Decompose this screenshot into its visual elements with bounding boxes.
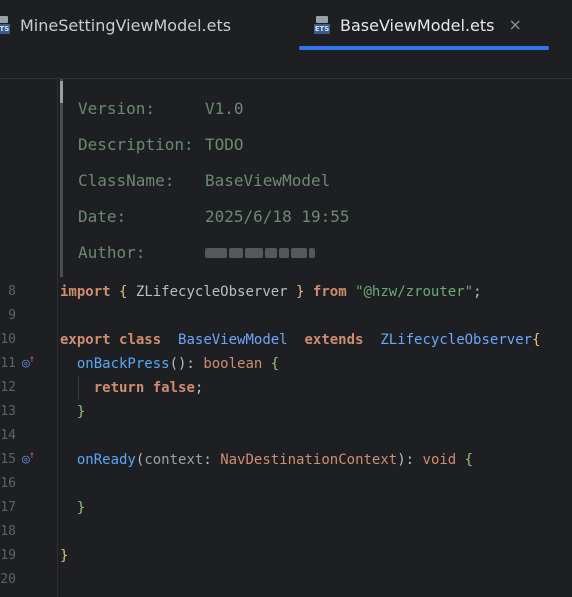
doc-comment-marker: [60, 81, 63, 103]
code-line-13: }: [76, 404, 86, 420]
line-number: 17: [0, 500, 16, 515]
doc-classname-row: ClassName: BaseViewModel: [78, 171, 331, 190]
doc-version-row: Version: V1.0: [78, 99, 244, 118]
gutter-divider: [57, 79, 58, 597]
line-number: 12: [0, 380, 16, 395]
line-number: 15: [0, 452, 16, 467]
line-number: 18: [0, 524, 16, 539]
doc-date-row: Date: 2025/6/18 19:55: [78, 207, 350, 226]
line-number: 9: [8, 308, 16, 323]
line-number: 20: [0, 572, 16, 587]
doc-comment-bar: [60, 79, 63, 277]
doc-author-row: Author:: [78, 235, 317, 271]
code-line-11: onBackPress(): boolean {: [76, 356, 280, 372]
code-line-10: export class BaseViewModel extends ZLife…: [60, 332, 541, 348]
tab-label: MineSettingViewModel.ets: [20, 15, 232, 35]
line-number: 11: [0, 356, 16, 371]
code-line-19: }: [60, 548, 69, 564]
code-line-15: onReady(context: NavDestinationContext):…: [76, 452, 474, 468]
override-icon[interactable]: ◎↑: [22, 448, 40, 472]
line-number: 16: [0, 476, 16, 491]
doc-description-row: Description: TODO: [78, 135, 244, 154]
line-number: 8: [8, 284, 16, 299]
tab-base-view-model[interactable]: ETS BaseViewModel.ets ×: [299, 0, 549, 50]
close-icon[interactable]: ×: [509, 17, 522, 33]
ets-file-icon: ETS: [314, 16, 330, 34]
code-line-12: return false;: [93, 380, 204, 396]
tab-mine-setting-view-model[interactable]: ETS MineSettingViewModel.ets: [0, 0, 231, 50]
code-line-17: }: [76, 500, 86, 516]
line-number: 14: [0, 428, 16, 443]
editor-tab-bar: ETS MineSettingViewModel.ets ETS BaseVie…: [0, 0, 572, 50]
line-number: 19: [0, 548, 16, 563]
line-number: 10: [0, 332, 16, 347]
code-line-8: import { ZLifecycleObserver } from "@hzw…: [60, 284, 482, 300]
tab-label: BaseViewModel.ets: [340, 15, 495, 35]
override-icon[interactable]: ◎↑: [22, 352, 40, 376]
code-editor[interactable]: Version: V1.0 Description: TODO ClassName:…: [0, 79, 572, 597]
ets-file-icon: ETS: [0, 16, 10, 34]
redacted-author: [205, 235, 317, 271]
line-number: 13: [0, 404, 16, 419]
